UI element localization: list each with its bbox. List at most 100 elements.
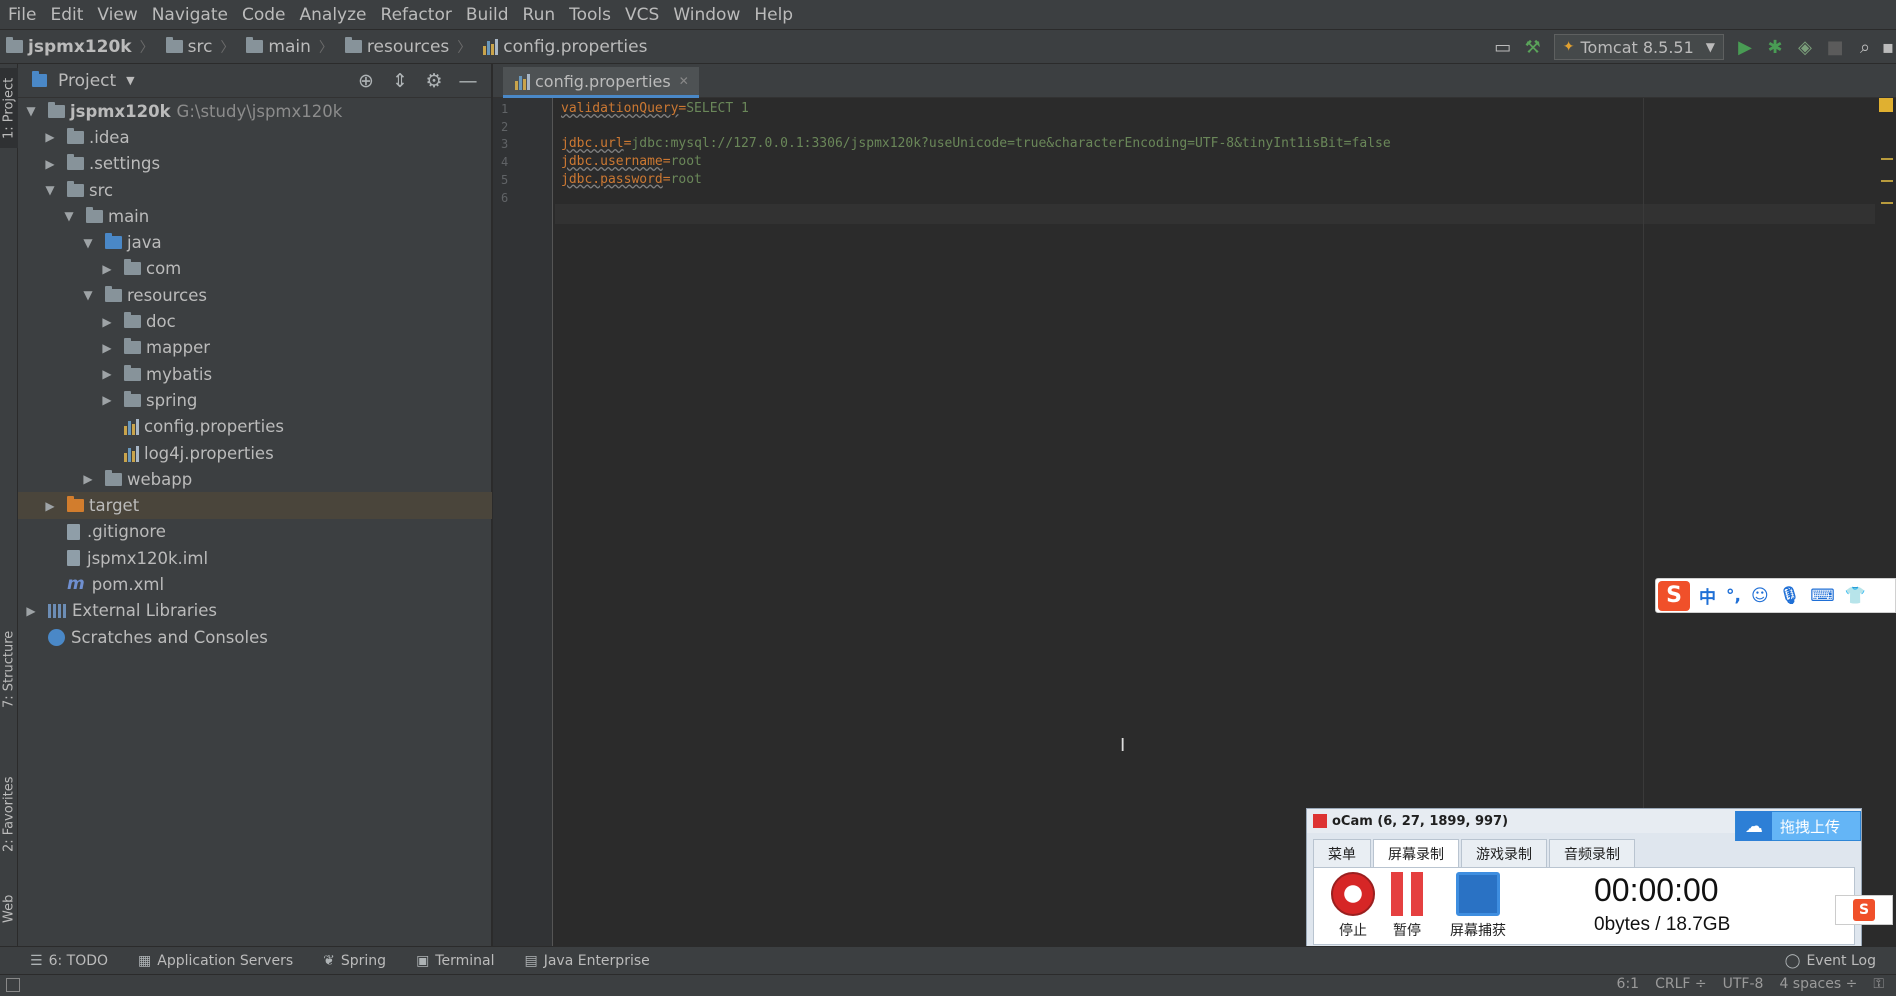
menu-window[interactable]: Window xyxy=(667,5,748,25)
tree-item[interactable]: m pom.xml xyxy=(18,571,492,597)
tree-item[interactable]: ▼ java xyxy=(18,229,492,255)
chevron-down-icon[interactable]: ▼ xyxy=(126,74,134,87)
expand-down-icon[interactable]: ▼ xyxy=(62,209,76,223)
breadcrumb-item[interactable]: config.properties xyxy=(477,37,653,57)
run-configuration-select[interactable]: ✦ Tomcat 8.5.51 ▼ xyxy=(1553,34,1724,60)
expand-right-icon[interactable]: ▶ xyxy=(100,367,114,381)
line-separator[interactable]: CRLF ÷ xyxy=(1655,976,1707,992)
lock-icon[interactable]: ⚿ xyxy=(1873,976,1884,992)
tree-item[interactable]: ▶ External Libraries xyxy=(18,598,492,624)
tree-item[interactable]: ▶ .settings xyxy=(18,151,492,177)
tab-spring[interactable]: ❦ Spring xyxy=(323,953,386,969)
tree-item[interactable]: ▶ mybatis xyxy=(18,361,492,387)
tree-item[interactable]: log4j.properties xyxy=(18,440,492,466)
tree-item[interactable]: ▶ com xyxy=(18,256,492,282)
locate-file-icon[interactable]: ⊕ xyxy=(349,70,383,92)
expand-down-icon[interactable]: ▼ xyxy=(81,288,95,302)
menu-refactor[interactable]: Refactor xyxy=(375,5,460,25)
expand-right-icon[interactable]: ▶ xyxy=(43,157,57,171)
breadcrumb-item[interactable]: src 〉 xyxy=(160,37,241,57)
ime-keyboard-icon[interactable]: ⌨ xyxy=(1810,586,1835,606)
tree-item[interactable]: ▶ spring xyxy=(18,387,492,413)
warning-mark[interactable] xyxy=(1881,180,1893,182)
tree-item[interactable]: config.properties xyxy=(18,414,492,440)
warning-indicator-icon[interactable] xyxy=(1879,98,1893,112)
tab-config-properties[interactable]: config.properties ✕ xyxy=(503,67,699,98)
project-panel-title[interactable]: Project xyxy=(58,71,116,91)
ime-chinese-mode[interactable]: 中 xyxy=(1699,583,1716,608)
tree-item[interactable]: ▼ main xyxy=(18,203,492,229)
tree-item[interactable]: .gitignore xyxy=(18,519,492,545)
ime-skin-icon[interactable]: 👕 xyxy=(1845,586,1866,606)
tab-java-enterprise[interactable]: ▤ Java Enterprise xyxy=(524,953,649,969)
breadcrumb-item[interactable]: jspmx120k 〉 xyxy=(0,37,160,57)
gear-icon[interactable]: ⚙ xyxy=(417,70,451,92)
tree-item[interactable]: ▶ webapp xyxy=(18,466,492,492)
tab-todo[interactable]: ☰ 6: TODO xyxy=(30,953,108,969)
tab-project-tool[interactable]: 1: Project xyxy=(0,68,18,148)
expand-right-icon[interactable]: ▶ xyxy=(100,315,114,329)
more-icon[interactable]: ▪ xyxy=(1880,32,1896,62)
expand-down-icon[interactable]: ▼ xyxy=(81,236,95,250)
expand-right-icon[interactable]: ▶ xyxy=(81,472,95,486)
menu-vcs[interactable]: VCS xyxy=(619,5,667,25)
tab-audio-record[interactable]: 音频录制 xyxy=(1549,839,1635,869)
file-encoding[interactable]: UTF-8 xyxy=(1723,976,1764,992)
menu-help[interactable]: Help xyxy=(748,5,801,25)
ime-punctuation[interactable]: °, xyxy=(1726,586,1741,606)
tab-web-tool[interactable]: Web xyxy=(0,884,18,934)
expand-right-icon[interactable]: ▶ xyxy=(43,499,57,513)
expand-right-icon[interactable]: ▶ xyxy=(24,604,38,618)
menu-file[interactable]: File xyxy=(2,5,44,25)
menu-run[interactable]: Run xyxy=(517,5,564,25)
ime-voice-icon[interactable]: 🎙 xyxy=(1779,586,1801,606)
menu-tools[interactable]: Tools xyxy=(563,5,619,25)
ime-emoji-icon[interactable]: ☺ xyxy=(1751,586,1769,606)
menu-view[interactable]: View xyxy=(91,5,145,25)
toggle-tool-windows-icon[interactable] xyxy=(6,978,20,992)
screen-capture-button[interactable]: 屏幕捕获 xyxy=(1440,872,1516,940)
tab-structure-tool[interactable]: 7: Structure xyxy=(0,624,18,714)
minimize-icon[interactable]: — xyxy=(451,70,485,92)
tree-item[interactable]: ▶ target xyxy=(18,492,492,519)
editor-error-stripe[interactable] xyxy=(1875,98,1896,946)
expand-right-icon[interactable]: ▶ xyxy=(43,130,57,144)
tree-item[interactable]: ▶ mapper xyxy=(18,335,492,361)
expand-right-icon[interactable]: ▶ xyxy=(100,341,114,355)
menu-edit[interactable]: Edit xyxy=(44,5,91,25)
menu-analyze[interactable]: Analyze xyxy=(294,5,375,25)
tab-game-record[interactable]: 游戏录制 xyxy=(1461,839,1547,869)
stop-button[interactable]: 停止 xyxy=(1322,872,1384,940)
menu-navigate[interactable]: Navigate xyxy=(146,5,236,25)
tab-screen-record[interactable]: 屏幕录制 xyxy=(1373,839,1459,869)
tree-item[interactable]: Scratches and Consoles xyxy=(18,624,492,650)
search-icon[interactable]: ⌕ xyxy=(1850,32,1880,62)
indent-setting[interactable]: 4 spaces ÷ xyxy=(1779,976,1857,992)
expand-down-icon[interactable]: ▼ xyxy=(43,183,57,197)
tree-item[interactable]: ▶ .idea xyxy=(18,124,492,150)
tab-application-servers[interactable]: ▦ Application Servers xyxy=(138,953,293,969)
tree-item[interactable]: jspmx120k.iml xyxy=(18,545,492,571)
warning-mark[interactable] xyxy=(1881,202,1893,204)
collapse-all-icon[interactable]: ⇕ xyxy=(383,70,417,92)
tree-item[interactable]: ▶ doc xyxy=(18,308,492,334)
ime-toolbar[interactable]: S 中 °, ☺ 🎙 ⌨ 👕 xyxy=(1655,578,1896,613)
tab-favorites-tool[interactable]: 2: Favorites xyxy=(0,764,18,864)
close-icon[interactable]: ✕ xyxy=(679,74,689,88)
pause-button[interactable]: 暂停 xyxy=(1376,872,1438,940)
menu-build[interactable]: Build xyxy=(460,5,517,25)
tab-terminal[interactable]: ▣ Terminal xyxy=(416,953,494,969)
tree-item[interactable]: ▼ src xyxy=(18,177,492,203)
tree-item[interactable]: ▼ resources xyxy=(18,282,492,308)
build-hammer-icon[interactable]: ⚒ xyxy=(1518,32,1548,62)
debug-icon[interactable]: ✱ xyxy=(1760,32,1790,62)
menu-code[interactable]: Code xyxy=(236,5,294,25)
expand-down-icon[interactable]: ▼ xyxy=(24,104,38,118)
tab-menu[interactable]: 菜单 xyxy=(1313,839,1371,869)
ime-mini-toolbar[interactable]: S xyxy=(1835,895,1893,925)
expand-right-icon[interactable]: ▶ xyxy=(100,393,114,407)
tree-item[interactable]: ▼ jspmx120k G:\study\jspmx120k xyxy=(18,98,492,124)
project-structure-icon[interactable]: ▭ xyxy=(1488,32,1518,62)
stop-icon[interactable]: ■ xyxy=(1820,32,1850,62)
breadcrumb-item[interactable]: main 〉 xyxy=(240,37,338,57)
